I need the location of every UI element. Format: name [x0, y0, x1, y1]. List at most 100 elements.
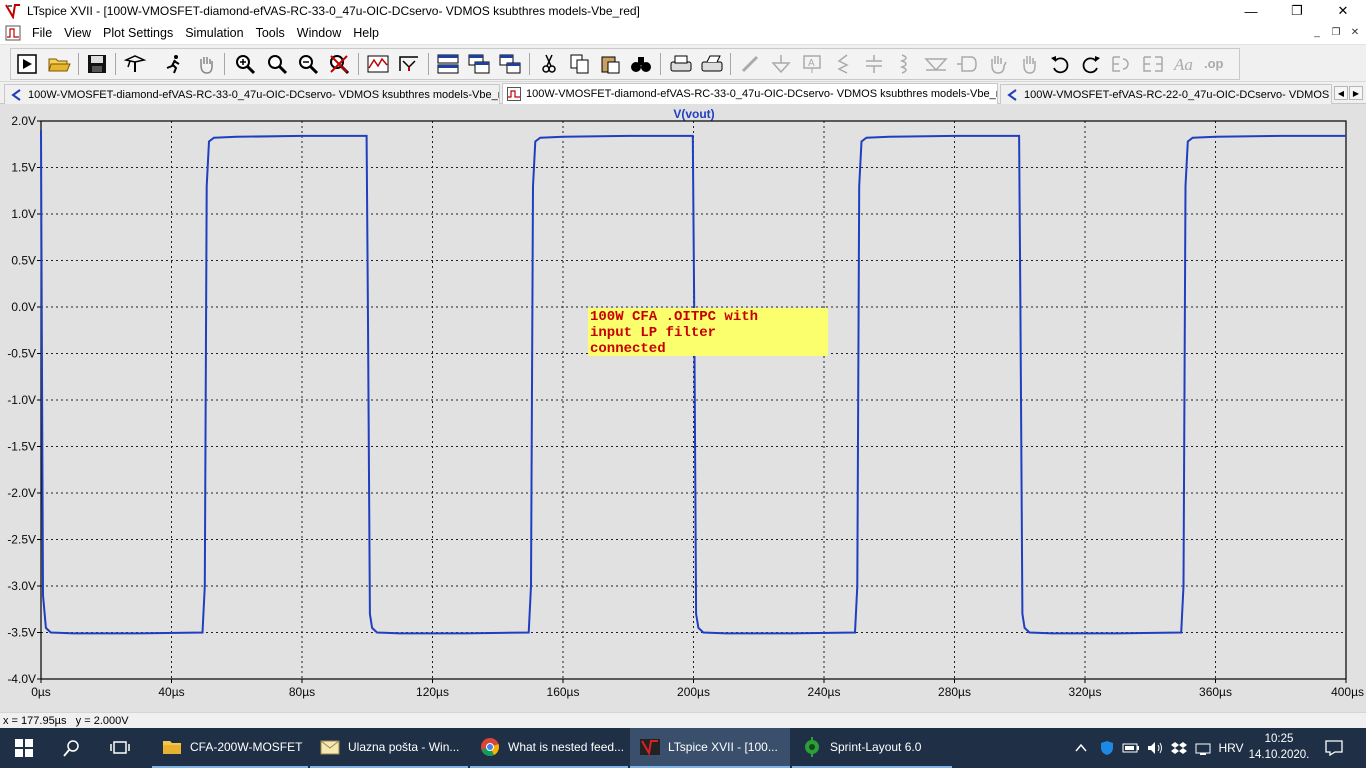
autorange-icon[interactable]: [365, 51, 391, 77]
trace-name-label[interactable]: V(vout): [673, 107, 714, 121]
control-panel-icon[interactable]: [122, 51, 148, 77]
zoom-fit-icon[interactable]: [264, 51, 290, 77]
start-button[interactable]: [0, 728, 48, 768]
taskbar-app-sprint-layout[interactable]: Sprint-Layout 6.0: [792, 728, 952, 768]
menu-bar: File View Plot Settings Simulation Tools…: [0, 22, 1366, 43]
component-icon[interactable]: [954, 51, 980, 77]
input-language-indicator[interactable]: HRV: [1216, 728, 1246, 768]
taskbar-app-label: CFA-200W-MOSFET: [190, 740, 303, 754]
paste-icon[interactable]: [597, 51, 623, 77]
menu-file[interactable]: File: [26, 26, 58, 40]
y-tick-label: 0.5V: [11, 254, 36, 268]
menu-view[interactable]: View: [58, 26, 97, 40]
search-icon: [63, 740, 79, 757]
tab-schematic-2[interactable]: 100W-VMOSFET-efVAS-RC-22-0_47u-OIC-DCser…: [1000, 84, 1332, 104]
capacitor-icon[interactable]: [861, 51, 887, 77]
ltspice-logo-icon: [5, 4, 20, 19]
copy-icon[interactable]: [567, 51, 593, 77]
mirror-icon[interactable]: [1140, 51, 1166, 77]
drag-icon[interactable]: [1016, 51, 1042, 77]
dropbox-tray-icon[interactable]: [1168, 728, 1190, 768]
mdi-minimize-button[interactable]: _: [1308, 25, 1326, 40]
halt-icon[interactable]: [161, 51, 187, 77]
menu-help[interactable]: Help: [347, 26, 385, 40]
x-tick-label: 0µs: [31, 685, 51, 699]
run-icon[interactable]: [14, 51, 40, 77]
pan-icon[interactable]: [193, 51, 219, 77]
cascade-icon[interactable]: [466, 51, 492, 77]
taskbar-app-label: LTspice XVII - [100...: [668, 740, 778, 754]
taskbar-app-mail[interactable]: Ulazna pošta - Win...: [310, 728, 468, 768]
show-hidden-icons-button[interactable]: [1070, 728, 1092, 768]
plot-annotation[interactable]: 100W CFA .OITPC with input LP filter con…: [588, 308, 828, 357]
y-axis-ticks: 2.0V 1.5V 1.0V 0.5V 0.0V -0.5V -1.0V -1.5V -2.0V…: [7, 114, 41, 686]
redo-icon[interactable]: [1078, 51, 1104, 77]
print-icon[interactable]: [668, 51, 694, 77]
menu-window[interactable]: Window: [291, 26, 347, 40]
task-view-icon: [110, 741, 130, 754]
ground-icon[interactable]: [768, 51, 794, 77]
task-view-button[interactable]: [96, 728, 144, 768]
mdi-close-button[interactable]: ✕: [1346, 25, 1364, 40]
toolbar-separator: [115, 53, 116, 75]
tab-label: 100W-VMOSFET-diamond-efVAS-RC-33-0_47u-O…: [28, 88, 500, 101]
resistor-icon[interactable]: [830, 51, 856, 77]
inductor-icon[interactable]: [892, 51, 918, 77]
toolbar-separator: [730, 53, 731, 75]
clock-time: 10:25: [1264, 733, 1294, 745]
zoom-in-icon[interactable]: [232, 51, 258, 77]
menu-plot-settings[interactable]: Plot Settings: [97, 26, 179, 40]
defender-tray-icon[interactable]: [1096, 728, 1118, 768]
zoom-cancel-icon[interactable]: [326, 51, 352, 77]
diode-icon[interactable]: [923, 51, 949, 77]
taskbar-app-ltspice[interactable]: LTspice XVII - [100...: [630, 728, 790, 768]
schematic-icon[interactable]: [396, 51, 422, 77]
tile-horizontal-icon[interactable]: [435, 51, 461, 77]
waveform-chart[interactable]: 2.0V 1.5V 1.0V 0.5V 0.0V -0.5V -1.0V -1.5V -2.0V…: [0, 104, 1366, 712]
tab-schematic-1[interactable]: 100W-VMOSFET-diamond-efVAS-RC-33-0_47u-O…: [4, 84, 500, 104]
tab-scroll-left-button[interactable]: ◀: [1334, 86, 1348, 100]
action-center-button[interactable]: [1318, 728, 1350, 768]
ltspice-icon: [640, 739, 660, 756]
toolbar-separator: [660, 53, 661, 75]
y-tick-label: -0.5V: [7, 347, 36, 361]
label-icon[interactable]: A: [799, 51, 825, 77]
mdi-restore-button[interactable]: ❐: [1327, 25, 1345, 40]
waveform-plot-pane[interactable]: 2.0V 1.5V 1.0V 0.5V 0.0V -0.5V -1.0V -1.5V -2.0V…: [0, 104, 1366, 712]
find-icon[interactable]: [628, 51, 654, 77]
tab-scroll-right-button[interactable]: ▶: [1349, 86, 1363, 100]
y-tick-label: 1.5V: [11, 161, 36, 175]
print-setup-icon[interactable]: [699, 51, 725, 77]
x-tick-label: 240µs: [808, 685, 841, 699]
wire-icon[interactable]: [737, 51, 763, 77]
battery-tray-icon[interactable]: [1120, 728, 1142, 768]
search-button[interactable]: [48, 728, 96, 768]
close-button[interactable]: ✕: [1320, 0, 1366, 22]
undo-icon[interactable]: [1047, 51, 1073, 77]
menu-tools[interactable]: Tools: [250, 26, 291, 40]
text-icon[interactable]: Aa: [1171, 51, 1197, 77]
waveform-document-icon[interactable]: [5, 25, 21, 41]
menu-simulation[interactable]: Simulation: [179, 26, 249, 40]
move-icon[interactable]: [985, 51, 1011, 77]
window-title: LTspice XVII - [100W-VMOSFET-diamond-efV…: [27, 4, 640, 18]
tab-waveform[interactable]: 100W-VMOSFET-diamond-efVAS-RC-33-0_47u-O…: [502, 83, 998, 104]
x-tick-label: 80µs: [289, 685, 315, 699]
x-tick-label: 40µs: [158, 685, 184, 699]
minimize-button[interactable]: —: [1228, 0, 1274, 22]
spice-directive-icon[interactable]: .op: [1202, 51, 1228, 77]
cut-icon[interactable]: [536, 51, 562, 77]
rotate-icon[interactable]: [1109, 51, 1135, 77]
toolbar-separator: [428, 53, 429, 75]
open-icon[interactable]: [46, 51, 72, 77]
volume-tray-icon[interactable]: [1144, 728, 1166, 768]
taskbar-app-explorer[interactable]: CFA-200W-MOSFET: [152, 728, 308, 768]
zoom-out-icon[interactable]: [295, 51, 321, 77]
tile-vertical-icon[interactable]: [497, 51, 523, 77]
mail-icon: [320, 740, 340, 755]
taskbar-app-chrome[interactable]: What is nested feed...: [470, 728, 628, 768]
save-icon[interactable]: [84, 51, 110, 77]
network-tray-icon[interactable]: [1192, 728, 1214, 768]
taskbar-clock[interactable]: 10:25 14.10.2020.: [1247, 731, 1311, 765]
maximize-button[interactable]: ❐: [1274, 0, 1320, 22]
